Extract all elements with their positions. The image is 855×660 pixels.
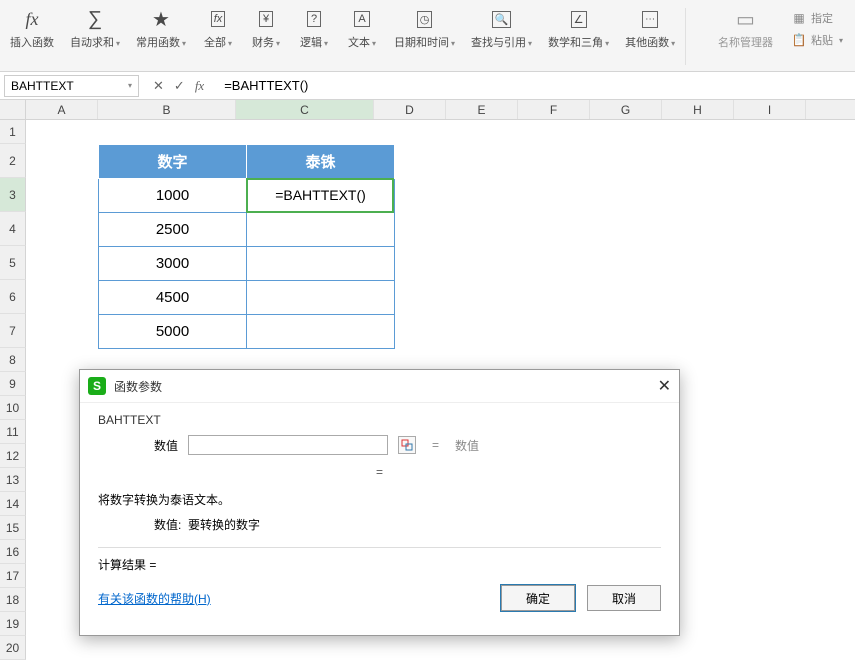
function-description: 将数字转换为泰语文本。	[98, 491, 661, 508]
dialog-title: 函数参数	[114, 378, 162, 395]
formula-input[interactable]	[218, 75, 855, 97]
row-header[interactable]: 16	[0, 540, 26, 564]
param-preview: 数值	[455, 437, 479, 454]
ribbon-toolbar: fx 插入函数 ∑ 自动求和▾ ★ 常用函数▾ fx 全部▾ ¥ 财务▾ ? 逻…	[0, 0, 855, 72]
row-header[interactable]: 7	[0, 314, 26, 348]
name-box-value: BAHTTEXT	[11, 79, 74, 93]
sigma-icon: ∑	[82, 6, 108, 32]
common-functions-button[interactable]: ★ 常用函数▾	[128, 4, 194, 69]
row-header[interactable]: 17	[0, 564, 26, 588]
table-cell[interactable]: 4500	[99, 281, 247, 315]
row-header[interactable]: 20	[0, 636, 26, 660]
yen-icon: ¥	[253, 6, 279, 32]
col-header[interactable]: B	[98, 100, 236, 119]
table-header: 泰铢	[247, 145, 395, 179]
table-cell[interactable]	[247, 213, 395, 247]
row-header[interactable]: 11	[0, 420, 26, 444]
clock-icon: ◷	[412, 6, 438, 32]
cancel-button[interactable]: 取消	[587, 585, 661, 611]
col-header[interactable]: A	[26, 100, 98, 119]
right-stack: ▦指定 📋粘贴▾	[781, 4, 853, 69]
angle-icon: ∠	[566, 6, 592, 32]
col-header[interactable]: F	[518, 100, 590, 119]
chevron-down-icon[interactable]: ▾	[128, 81, 132, 90]
col-header[interactable]: I	[734, 100, 806, 119]
row-header[interactable]: 12	[0, 444, 26, 468]
table-cell[interactable]: 1000	[99, 179, 247, 213]
row-header[interactable]: 10	[0, 396, 26, 420]
text-a-icon: A	[349, 6, 375, 32]
math-button[interactable]: ∠ 数学和三角▾	[540, 4, 617, 69]
equals-sign: =	[432, 438, 439, 452]
paste-button[interactable]: 📋粘贴▾	[787, 30, 847, 50]
param-input[interactable]	[188, 435, 388, 455]
close-icon[interactable]: ✕	[658, 376, 671, 396]
row-header[interactable]: 9	[0, 372, 26, 396]
all-functions-button[interactable]: fx 全部▾	[194, 4, 242, 69]
financial-button[interactable]: ¥ 财务▾	[242, 4, 290, 69]
logic-button[interactable]: ? 逻辑▾	[290, 4, 338, 69]
ok-button[interactable]: 确定	[501, 585, 575, 611]
app-logo-icon: S	[88, 377, 106, 395]
paste-icon: 📋	[791, 32, 807, 48]
result-equals: =	[98, 465, 661, 479]
star-fx-icon: ★	[148, 6, 174, 32]
name-manager-button[interactable]: ▭ 名称管理器	[710, 4, 781, 69]
toolbar-separator	[685, 8, 686, 65]
tag-icon: ▭	[732, 6, 758, 32]
row-header[interactable]: 15	[0, 516, 26, 540]
formula-bar: BAHTTEXT ▾ ✕ ✓ fx	[0, 72, 855, 100]
lookup-button[interactable]: 🔍 查找与引用▾	[463, 4, 540, 69]
range-picker-icon[interactable]	[398, 436, 416, 454]
row-header[interactable]: 5	[0, 246, 26, 280]
table-cell[interactable]	[247, 247, 395, 281]
col-header[interactable]: C	[236, 100, 374, 119]
row-header[interactable]: 14	[0, 492, 26, 516]
insert-function-button[interactable]: fx 插入函数	[2, 4, 62, 69]
dialog-function-name: BAHTTEXT	[98, 413, 661, 427]
col-header[interactable]: D	[374, 100, 446, 119]
function-arguments-dialog: S 函数参数 ✕ BAHTTEXT 数值 = 数值 = 将数字转换为泰语文本。 …	[79, 369, 680, 636]
autosum-button[interactable]: ∑ 自动求和▾	[62, 4, 128, 69]
data-table: 数字 泰铢 1000=BAHTTEXT() 2500 3000 4500 500…	[98, 144, 395, 349]
table-cell[interactable]: 3000	[99, 247, 247, 281]
col-header[interactable]: H	[662, 100, 734, 119]
table-cell-active[interactable]: =BAHTTEXT()	[247, 179, 395, 213]
accept-formula-icon[interactable]: ✓	[174, 78, 185, 94]
fx-icon: fx	[19, 6, 45, 32]
row-header[interactable]: 4	[0, 212, 26, 246]
fx-box-icon: fx	[205, 6, 231, 32]
question-icon: ?	[301, 6, 327, 32]
calc-result-label: 计算结果 =	[98, 556, 661, 573]
assign-button[interactable]: ▦指定	[787, 8, 847, 28]
param-label: 数值	[138, 437, 178, 454]
row-header[interactable]: 19	[0, 612, 26, 636]
ellipsis-box-icon: ⋯	[637, 6, 663, 32]
text-button[interactable]: A 文本▾	[338, 4, 386, 69]
row-header[interactable]: 18	[0, 588, 26, 612]
assign-icon: ▦	[791, 10, 807, 26]
row-header[interactable]: 6	[0, 280, 26, 314]
row-header[interactable]: 2	[0, 144, 26, 178]
help-link[interactable]: 有关该函数的帮助(H)	[98, 590, 211, 607]
table-header: 数字	[99, 145, 247, 179]
cancel-formula-icon[interactable]: ✕	[153, 78, 164, 94]
row-header[interactable]: 3	[0, 178, 26, 212]
row-header[interactable]: 8	[0, 348, 26, 372]
search-doc-icon: 🔍	[489, 6, 515, 32]
row-header[interactable]: 1	[0, 120, 26, 144]
select-all-corner[interactable]	[0, 100, 26, 119]
table-cell[interactable]: 5000	[99, 315, 247, 349]
col-header[interactable]: E	[446, 100, 518, 119]
datetime-button[interactable]: ◷ 日期和时间▾	[386, 4, 463, 69]
table-cell[interactable]	[247, 281, 395, 315]
fx-formula-icon[interactable]: fx	[195, 78, 204, 94]
param-description: 数值: 要转换的数字	[154, 516, 661, 533]
name-box[interactable]: BAHTTEXT ▾	[4, 75, 139, 97]
other-functions-button[interactable]: ⋯ 其他函数▾	[617, 4, 683, 69]
row-header[interactable]: 13	[0, 468, 26, 492]
table-cell[interactable]	[247, 315, 395, 349]
table-cell[interactable]: 2500	[99, 213, 247, 247]
col-header[interactable]: G	[590, 100, 662, 119]
